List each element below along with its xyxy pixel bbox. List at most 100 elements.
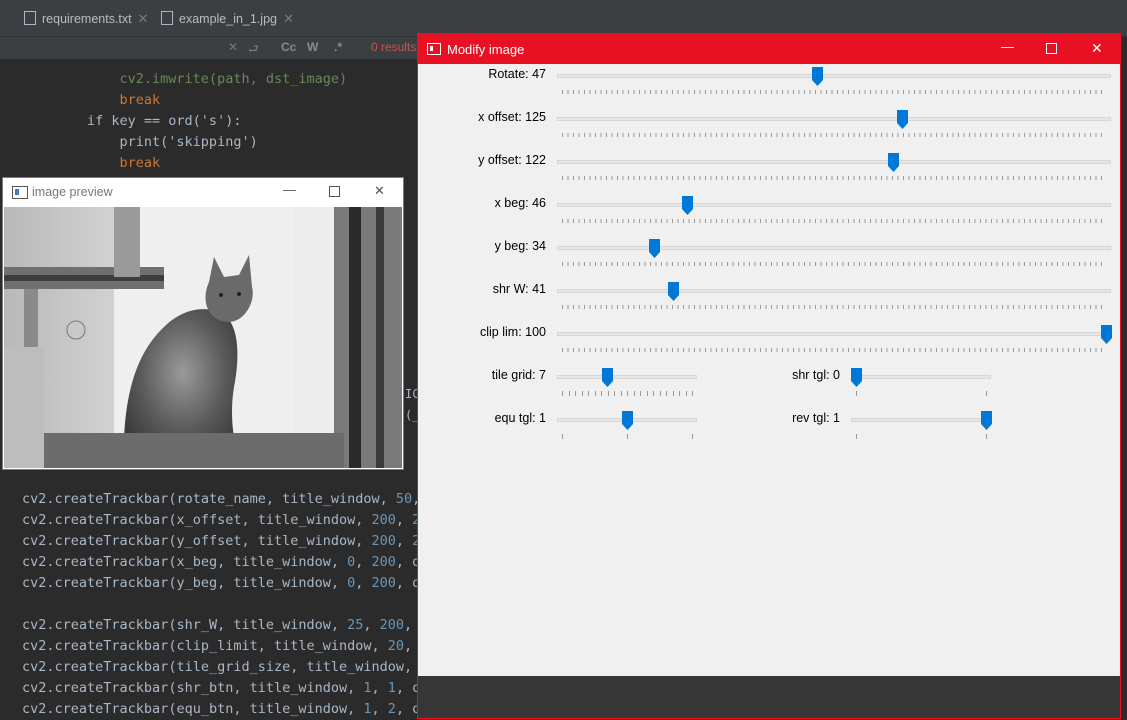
- clip-lim-trackbar[interactable]: [557, 332, 1111, 336]
- code-line: cv2.createTrackbar(clip_limit, title_win…: [22, 638, 413, 654]
- code-line: print('skipping'): [22, 134, 258, 150]
- code-editor-top[interactable]: cv2.imwrite(path, dst_image) break if ke…: [22, 48, 347, 195]
- code-line: cv2.createTrackbar(x_beg, title_window, …: [22, 554, 417, 570]
- clip-lim-tick-marks: [562, 348, 1106, 352]
- tick-mark: [562, 391, 563, 396]
- editor-tab-bar: requirements.txt ✕ example_in_1.jpg ✕: [0, 0, 1127, 37]
- code-line: cv2.createTrackbar(rotate_name, title_wi…: [22, 491, 417, 507]
- tab-close-icon[interactable]: ✕: [283, 11, 294, 26]
- text-file-icon: [24, 11, 36, 25]
- tick-mark: [575, 391, 576, 396]
- tick-mark: [594, 391, 596, 396]
- rev-tgl-slider-thumb[interactable]: [980, 411, 992, 430]
- tick-mark: [653, 391, 654, 396]
- tick-mark: [607, 391, 609, 396]
- y-offset-trackbar[interactable]: [557, 160, 1111, 164]
- tick-mark: [679, 391, 680, 396]
- code-line: cv2.imwrite(path, dst_image): [22, 71, 348, 87]
- tick-mark: [685, 391, 687, 396]
- code-line: break: [22, 92, 161, 108]
- x-offset-tick-marks: [562, 133, 1106, 137]
- code-line: cv2.createTrackbar(y_offset, title_windo…: [22, 533, 417, 549]
- tick-mark: [633, 391, 635, 396]
- search-results-count: 0 results: [371, 40, 417, 54]
- tile-grid-trackbar[interactable]: [557, 375, 697, 379]
- shr-tgl-slider-thumb[interactable]: [850, 368, 862, 387]
- tick-mark: [568, 391, 570, 396]
- y-beg-label: y beg: 34: [494, 239, 546, 253]
- close-icon[interactable]: ✕: [374, 183, 385, 199]
- minimize-icon[interactable]: —: [283, 182, 296, 197]
- y-offset-slider-thumb[interactable]: [888, 153, 900, 172]
- maximize-icon[interactable]: [1046, 43, 1057, 54]
- rev-tgl-label: rev tgl: 1: [792, 411, 840, 425]
- tick-mark: [627, 391, 628, 396]
- tick-mark: [986, 434, 987, 439]
- y-beg-trackbar[interactable]: [557, 246, 1111, 250]
- x-beg-tick-marks: [562, 219, 1106, 223]
- tick-mark: [646, 391, 648, 396]
- image-preview-window[interactable]: image preview — ✕: [2, 177, 404, 470]
- rotate-slider-thumb[interactable]: [812, 67, 824, 86]
- tick-mark: [666, 391, 667, 396]
- preview-window-title: image preview: [32, 185, 113, 199]
- shr-w-label: shr W: 41: [492, 282, 546, 296]
- minimize-icon[interactable]: —: [1001, 39, 1014, 54]
- tick-mark: [588, 391, 589, 396]
- image-file-icon: [161, 11, 173, 25]
- tick-mark: [581, 391, 583, 396]
- code-line: cv2.createTrackbar(y_beg, title_window, …: [22, 575, 417, 591]
- clip-lim-slider-thumb[interactable]: [1100, 325, 1112, 344]
- tab-example-image[interactable]: example_in_1.jpg ✕: [161, 0, 294, 36]
- tab-label: example_in_1.jpg: [179, 12, 277, 26]
- code-editor-bottom[interactable]: cv2.createTrackbar(rotate_name, title_wi…: [22, 489, 417, 720]
- y-beg-slider-thumb[interactable]: [648, 239, 660, 258]
- tick-mark: [856, 434, 857, 439]
- tick-mark: [627, 434, 628, 439]
- shr-w-tick-marks: [562, 305, 1106, 309]
- preview-title-bar[interactable]: image preview — ✕: [3, 178, 403, 207]
- tick-mark: [620, 391, 622, 396]
- tab-requirements[interactable]: requirements.txt ✕: [24, 0, 149, 36]
- code-line: break: [22, 155, 161, 171]
- equ-tgl-label: equ tgl: 1: [494, 411, 546, 425]
- x-beg-trackbar[interactable]: [557, 203, 1111, 207]
- close-icon[interactable]: ✕: [1091, 40, 1103, 57]
- app-window-icon: [427, 43, 441, 55]
- code-line: cv2.createTrackbar(tile_grid_size, title…: [22, 659, 417, 675]
- y-beg-tick-marks: [562, 262, 1106, 266]
- clip-lim-label: clip lim: 100: [480, 325, 546, 339]
- shr-tgl-trackbar[interactable]: [851, 375, 991, 379]
- preview-image: [4, 207, 402, 468]
- shr-w-slider-thumb[interactable]: [668, 282, 680, 301]
- rev-tgl-trackbar[interactable]: [851, 418, 991, 422]
- tick-mark: [614, 391, 615, 396]
- equ-tgl-slider-thumb[interactable]: [621, 411, 633, 430]
- shr-tgl-label: shr tgl: 0: [792, 368, 840, 382]
- tick-mark: [692, 391, 693, 396]
- tile-grid-slider-thumb[interactable]: [602, 368, 613, 387]
- shr-w-trackbar[interactable]: [557, 289, 1111, 293]
- x-beg-slider-thumb[interactable]: [681, 196, 693, 215]
- code-line: if key == ord('s'):: [22, 113, 242, 129]
- tick-mark: [986, 391, 987, 396]
- modify-image-window[interactable]: Modify image — ✕ Rotate: 47 x offset: 125…: [417, 33, 1121, 719]
- tick-mark: [601, 391, 602, 396]
- tab-close-icon[interactable]: ✕: [138, 11, 149, 26]
- x-offset-label: x offset: 125: [478, 110, 546, 124]
- x-offset-slider-thumb[interactable]: [896, 110, 908, 129]
- x-offset-trackbar[interactable]: [557, 117, 1111, 121]
- code-line: cv2.createTrackbar(shr_W, title_window, …: [22, 617, 413, 633]
- modify-window-title: Modify image: [447, 42, 525, 57]
- tab-label: requirements.txt: [42, 12, 132, 26]
- app-window-icon: [12, 186, 28, 199]
- window-footer: [418, 676, 1120, 718]
- tick-mark: [672, 391, 674, 396]
- y-offset-label: y offset: 122: [478, 153, 546, 167]
- maximize-icon[interactable]: [329, 186, 340, 197]
- rotate-label: Rotate: 47: [488, 67, 546, 81]
- y-offset-tick-marks: [562, 176, 1106, 180]
- modify-title-bar[interactable]: Modify image — ✕: [418, 34, 1120, 64]
- rotate-trackbar[interactable]: [557, 74, 1111, 78]
